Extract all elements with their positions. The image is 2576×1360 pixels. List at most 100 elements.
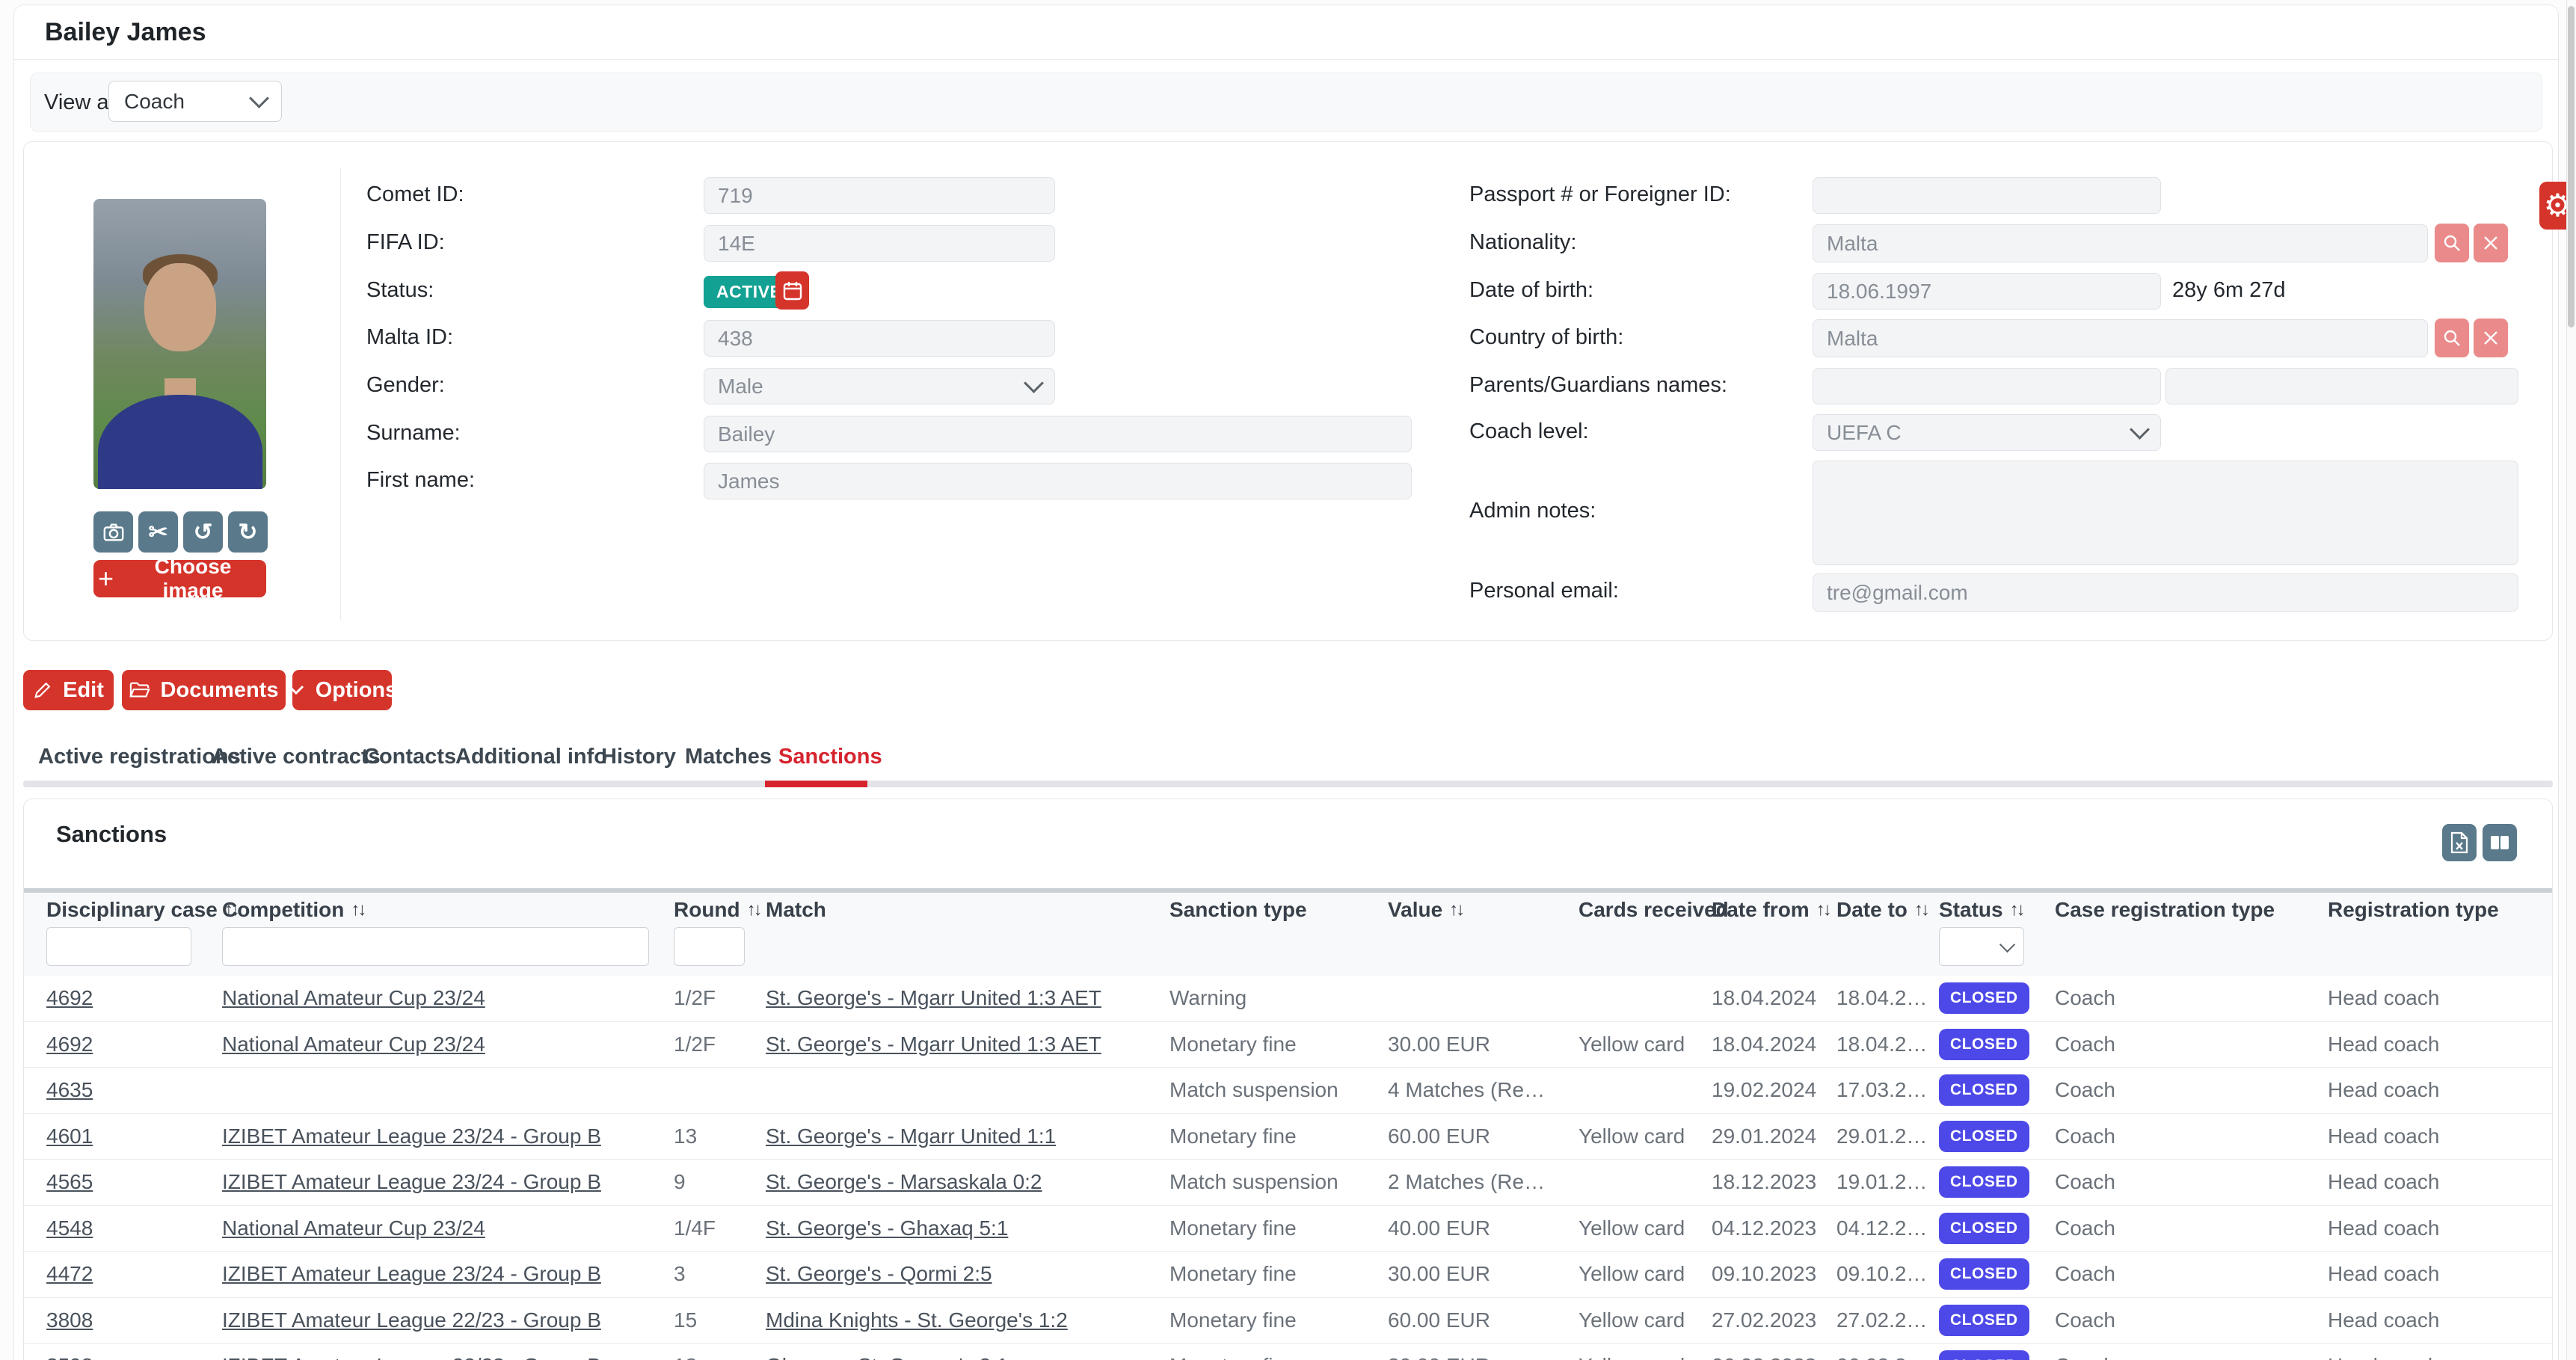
competition-link[interactable]: IZIBET Amateur League 22/23 - Group B <box>222 1354 641 1360</box>
parents-field-2[interactable] <box>2165 368 2518 404</box>
options-button[interactable]: Options <box>292 670 392 710</box>
chevron-down-icon <box>2130 419 2150 440</box>
tab-contacts[interactable]: Contacts <box>363 745 456 769</box>
photo-camera-button[interactable] <box>93 511 133 553</box>
col-value[interactable]: Value↑↓ <box>1388 898 1463 922</box>
tab-history[interactable]: History <box>601 745 676 769</box>
disciplinary-case-link[interactable]: 4601 <box>46 1124 196 1148</box>
folder-icon <box>129 680 150 700</box>
personal-email-field[interactable] <box>1813 573 2518 612</box>
edit-button[interactable]: Edit <box>23 670 114 710</box>
coach-level-label: Coach level: <box>1469 419 1589 444</box>
match-link[interactable]: St. George's - Mgarr United 1:1 <box>766 1124 1140 1148</box>
tab-sanctions[interactable]: Sanctions <box>778 745 882 769</box>
round-cell: 13 <box>674 1124 741 1148</box>
choose-image-button[interactable]: + Choose image <box>93 560 266 597</box>
tab-additional-info[interactable]: Additional info <box>455 745 607 769</box>
malta-id-field[interactable] <box>704 320 1055 357</box>
table-row: 3808 IZIBET Amateur League 22/23 - Group… <box>24 1298 2552 1344</box>
col-competition[interactable]: Competition↑↓ <box>222 898 364 922</box>
sanctions-table-body: 4692 National Amateur Cup 23/24 1/2F St.… <box>24 976 2552 1360</box>
country-of-birth-field[interactable] <box>1813 319 2428 357</box>
col-disciplinary-case[interactable]: Disciplinary case↑↓ <box>46 898 238 922</box>
status-history-button[interactable] <box>775 271 809 310</box>
col-round[interactable]: Round↑↓ <box>674 898 760 922</box>
competition-link[interactable]: National Amateur Cup 23/24 <box>222 1033 641 1056</box>
column-chooser-button[interactable] <box>2483 824 2517 861</box>
disciplinary-case-link[interactable]: 3808 <box>46 1308 196 1332</box>
tab-active-registrations[interactable]: Active registrations <box>38 745 241 769</box>
comet-id-field[interactable] <box>704 177 1055 214</box>
col-status[interactable]: Status↑↓ <box>1939 898 2023 922</box>
match-link[interactable]: Ghaxaq - St. George's 2:1 <box>766 1354 1140 1360</box>
view-as-select[interactable]: Coach <box>108 81 282 122</box>
table-row: 4635 Match suspension 4 Matches (Remaini… <box>24 1068 2552 1114</box>
table-row: 4601 IZIBET Amateur League 23/24 - Group… <box>24 1114 2552 1160</box>
competition-link[interactable]: National Amateur Cup 23/24 <box>222 1216 641 1240</box>
tab-matches[interactable]: Matches <box>685 745 772 769</box>
export-excel-button[interactable] <box>2442 824 2477 861</box>
round-cell: 1/2F <box>674 986 741 1010</box>
sanction-type-cell: Warning <box>1169 986 1371 1010</box>
comet-id-label: Comet ID: <box>366 182 464 207</box>
disciplinary-case-link[interactable]: 4565 <box>46 1170 196 1194</box>
disciplinary-case-link[interactable]: 3598 <box>46 1354 196 1360</box>
pencil-icon <box>33 680 52 700</box>
scrollbar-thumb[interactable] <box>2568 6 2575 327</box>
tab-active-contracts[interactable]: Active contracts <box>212 745 381 769</box>
match-link[interactable]: Mdina Knights - St. George's 1:2 <box>766 1308 1140 1332</box>
registration-type-cell: Head coach <box>2328 1124 2545 1148</box>
col-registration-type: Registration type <box>2328 898 2499 922</box>
filter-status-select[interactable] <box>1939 927 2024 966</box>
nationality-search-button[interactable] <box>2435 224 2469 262</box>
gender-select[interactable]: Male <box>704 368 1055 404</box>
case-registration-type-cell: Coach <box>2055 1354 2317 1360</box>
documents-button[interactable]: Documents <box>122 670 286 710</box>
photo-rotate-right-button[interactable]: ↻ <box>228 511 268 553</box>
disciplinary-case-link[interactable]: 4472 <box>46 1262 196 1286</box>
sort-icon: ↑↓ <box>1449 899 1463 920</box>
match-link[interactable]: St. George's - Mgarr United 1:3 AET <box>766 986 1140 1010</box>
country-clear-button[interactable] <box>2474 319 2508 357</box>
malta-id-label: Malta ID: <box>366 325 453 350</box>
admin-notes-field[interactable] <box>1813 461 2518 565</box>
nationality-clear-button[interactable] <box>2474 224 2508 262</box>
match-link[interactable]: St. George's - Mgarr United 1:3 AET <box>766 1033 1140 1056</box>
value-cell: 30.00 EUR <box>1388 1262 1560 1286</box>
competition-link[interactable]: IZIBET Amateur League 23/24 - Group B <box>222 1124 641 1148</box>
date-of-birth-field[interactable] <box>1813 273 2161 310</box>
disciplinary-case-link[interactable]: 4692 <box>46 986 196 1010</box>
competition-link[interactable]: IZIBET Amateur League 22/23 - Group B <box>222 1308 641 1332</box>
photo-crop-button[interactable]: ✂ <box>138 511 178 553</box>
surname-field[interactable] <box>704 416 1412 452</box>
parents-field-1[interactable] <box>1813 368 2161 404</box>
fifa-id-field[interactable] <box>704 225 1055 262</box>
filter-competition-input[interactable] <box>222 927 649 966</box>
disciplinary-case-link[interactable]: 4692 <box>46 1033 196 1056</box>
match-link[interactable]: St. George's - Marsaskala 0:2 <box>766 1170 1140 1194</box>
col-label: Round <box>674 898 740 922</box>
date-to-cell: 04.12.2023 <box>1836 1216 1934 1240</box>
disciplinary-case-link[interactable]: 4548 <box>46 1216 196 1240</box>
tabs-underline-active <box>765 781 867 787</box>
match-link[interactable]: St. George's - Ghaxaq 5:1 <box>766 1216 1140 1240</box>
calendar-icon <box>783 280 802 301</box>
first-name-label: First name: <box>366 468 475 493</box>
country-search-button[interactable] <box>2435 319 2469 357</box>
filter-round-input[interactable] <box>674 927 745 966</box>
disciplinary-case-link[interactable]: 4635 <box>46 1078 196 1102</box>
passport-field[interactable] <box>1813 177 2161 214</box>
col-date-to[interactable]: Date to↑↓ <box>1836 898 1928 922</box>
competition-link[interactable]: IZIBET Amateur League 23/24 - Group B <box>222 1262 641 1286</box>
col-date-from[interactable]: Date from↑↓ <box>1712 898 1830 922</box>
tabs-underline-track <box>23 781 2553 787</box>
competition-link[interactable]: National Amateur Cup 23/24 <box>222 986 641 1010</box>
table-row: 4565 IZIBET Amateur League 23/24 - Group… <box>24 1160 2552 1206</box>
competition-link[interactable]: IZIBET Amateur League 23/24 - Group B <box>222 1170 641 1194</box>
nationality-field[interactable] <box>1813 224 2428 262</box>
photo-rotate-left-button[interactable]: ↺ <box>183 511 223 553</box>
coach-level-select[interactable]: UEFA C <box>1813 414 2161 451</box>
match-link[interactable]: St. George's - Qormi 2:5 <box>766 1262 1140 1286</box>
first-name-field[interactable] <box>704 463 1412 499</box>
filter-disciplinary-case-input[interactable] <box>46 927 191 966</box>
